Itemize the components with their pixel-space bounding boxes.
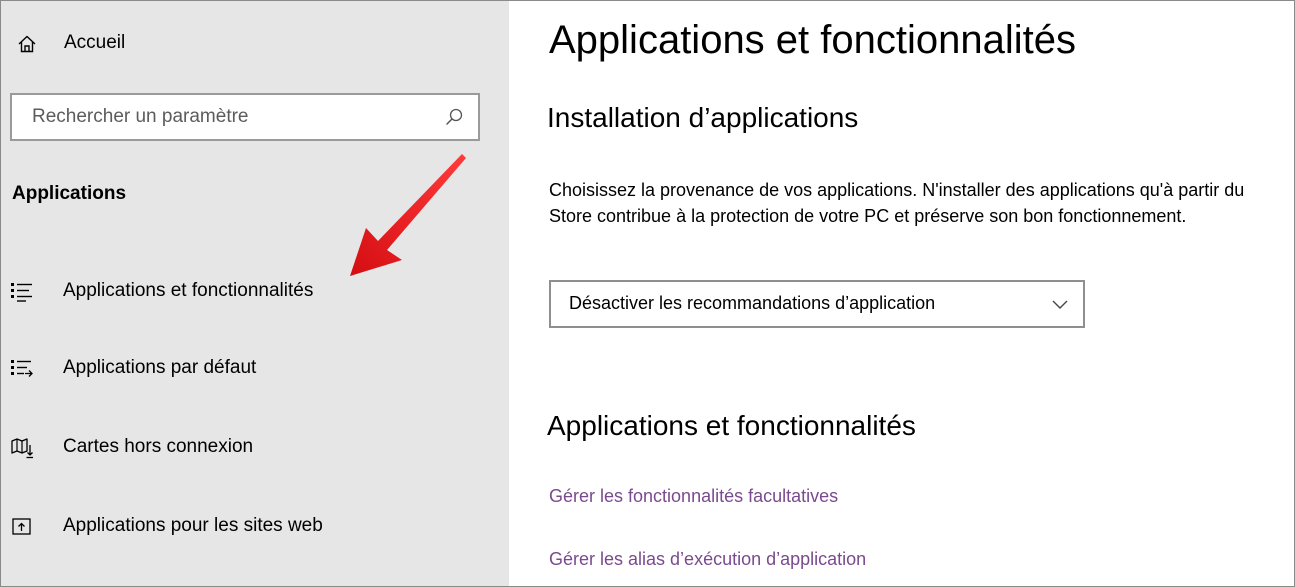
install-source-dropdown[interactable]: Désactiver les recommandations d’applica… (549, 280, 1085, 328)
web-apps-icon (10, 515, 34, 539)
sidebar: Accueil Applications Applications et fon… (0, 0, 509, 587)
sidebar-item-label: Applications par défaut (63, 357, 257, 378)
sidebar-item-label: Cartes hors connexion (63, 436, 254, 457)
main-content: Applications et fonctionnalités Installa… (509, 0, 1295, 587)
default-apps-icon (10, 357, 34, 381)
sidebar-item-offline-maps[interactable]: Cartes hors connexion (0, 424, 509, 472)
annotation-arrow-icon (350, 154, 466, 276)
offline-maps-icon (10, 436, 34, 460)
install-description: Choisissez la provenance de vos applicat… (549, 180, 1245, 226)
manage-optional-features-link[interactable]: Gérer les fonctionnalités facultatives (549, 486, 838, 507)
sidebar-item-home[interactable]: Accueil (0, 22, 509, 64)
manage-app-aliases-link[interactable]: Gérer les alias d’exécution d’applicatio… (549, 549, 866, 570)
sidebar-item-web-apps[interactable]: Applications pour les sites web (0, 503, 509, 551)
home-label: Accueil (64, 32, 126, 53)
features-heading: Applications et fonctionnalités (547, 410, 916, 441)
sidebar-item-label: Applications pour les sites web (63, 515, 323, 536)
search-box[interactable] (10, 93, 480, 141)
install-heading: Installation d’applications (547, 102, 859, 133)
home-icon (17, 34, 37, 54)
sidebar-item-default-apps[interactable]: Applications par défaut (0, 345, 509, 393)
dropdown-selected-value: Désactiver les recommandations d’applica… (569, 293, 936, 313)
page-title: Applications et fonctionnalités (549, 18, 1076, 62)
sidebar-item-label: Applications et fonctionnalités (63, 280, 314, 301)
chevron-down-icon (1051, 297, 1069, 311)
sidebar-section-title: Applications (12, 183, 127, 204)
list-icon (10, 280, 34, 304)
search-input[interactable] (32, 105, 432, 129)
search-icon[interactable] (444, 107, 464, 127)
